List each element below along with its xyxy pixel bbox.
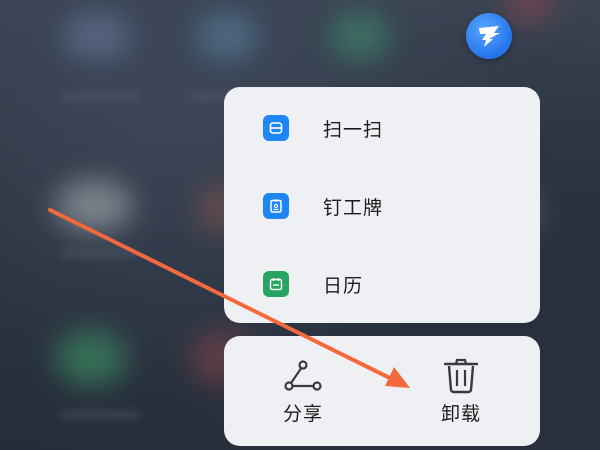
blurred-app-icon	[330, 12, 390, 60]
menu-item-label: 钉工牌	[323, 196, 384, 219]
blurred-app-label	[60, 410, 140, 420]
dingtalk-app-icon[interactable]	[466, 13, 512, 59]
menu-item-label: 扫一扫	[323, 118, 384, 141]
action-bar: 分享 卸载	[224, 336, 540, 446]
menu-item-scan[interactable]: 扫一扫	[224, 89, 540, 167]
scan-icon	[263, 115, 289, 141]
blurred-app-icon	[505, 0, 555, 20]
blurred-app-icon	[195, 12, 259, 60]
share-label: 分享	[282, 403, 323, 425]
menu-item-label: 日历	[323, 274, 364, 297]
menu-item-badge[interactable]: 钉工牌	[224, 167, 540, 245]
blurred-app-icon	[55, 330, 127, 386]
blurred-app-icon	[55, 180, 133, 232]
blurred-app-label	[60, 92, 140, 102]
blurred-app-icon	[62, 12, 132, 60]
uninstall-button[interactable]: 卸载	[382, 336, 540, 446]
blurred-app-label	[60, 248, 140, 258]
share-icon	[284, 360, 322, 391]
calendar-icon	[263, 271, 289, 297]
share-button[interactable]: 分享	[224, 336, 382, 446]
quick-actions-menu: 扫一扫 钉工牌 日历	[224, 87, 540, 323]
trash-icon	[443, 358, 479, 394]
dingtalk-wing-icon	[479, 26, 500, 47]
menu-item-calendar[interactable]: 日历	[224, 245, 540, 323]
badge-icon	[263, 193, 289, 219]
uninstall-label: 卸载	[440, 403, 481, 425]
